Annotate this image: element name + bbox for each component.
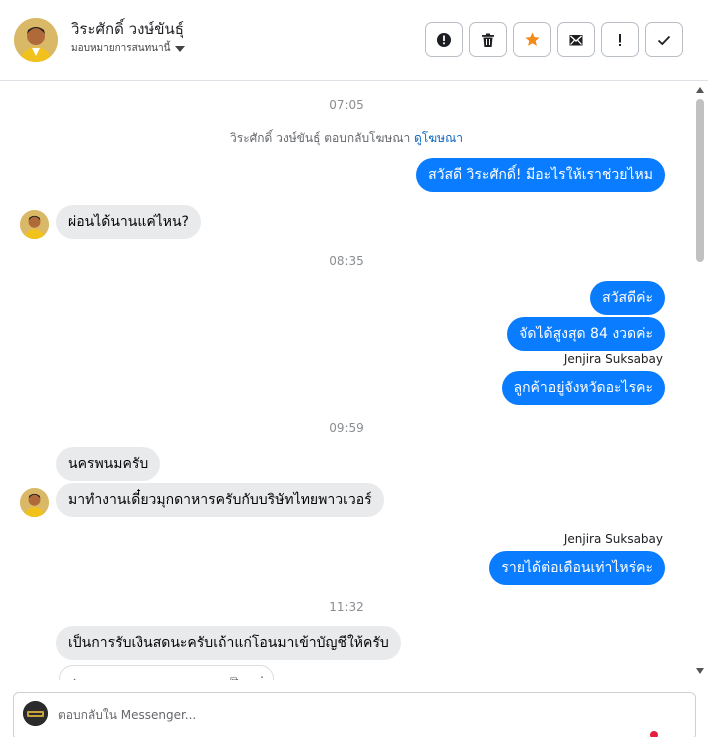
incoming-message[interactable]: มาทำงานเดี๋ยวมุกดาหารครับกับบริษัทไทยพาว… xyxy=(56,483,384,517)
attachment-card[interactable]: ← ⧉ ⋮ xyxy=(59,665,274,680)
ad-reply-notice: วิระศักดิ์ วงษ์ขันธุ์ ตอบกลับโฆษณา ดูโฆษ… xyxy=(0,129,693,148)
timestamp: 11:32 xyxy=(329,600,364,614)
caret-down-icon xyxy=(175,45,186,52)
scroll-thumb[interactable] xyxy=(696,99,704,262)
outgoing-message[interactable]: สวัสดีค่ะ xyxy=(590,281,665,315)
check-icon xyxy=(657,35,671,45)
mark-important-button[interactable] xyxy=(601,22,639,57)
thread-scrollbar[interactable] xyxy=(693,82,707,680)
copy-icon: ⧉ xyxy=(230,674,239,680)
contact-name: วิระศักดิ์ วงษ์ขันธุ์ xyxy=(71,20,184,38)
timestamp: 07:05 xyxy=(329,98,364,112)
scroll-down-arrow-icon[interactable] xyxy=(696,668,704,674)
sender-name: Jenjira Suksabay xyxy=(563,352,663,366)
timestamp: 08:35 xyxy=(329,254,364,268)
view-ad-link[interactable]: ดูโฆษณา xyxy=(414,131,463,145)
assign-label: มอบหมายการสนทนานี้ xyxy=(71,43,171,54)
contact-avatar-small[interactable] xyxy=(20,210,49,239)
message-thread[interactable]: 07:05 วิระศักดิ์ วงษ์ขันธุ์ ตอบกลับโฆษณา… xyxy=(0,82,693,680)
delete-button[interactable] xyxy=(469,22,507,57)
reply-input[interactable] xyxy=(58,704,638,726)
assign-conversation-dropdown[interactable]: มอบหมายการสนทนานี้ xyxy=(71,41,186,56)
mark-unread-button[interactable] xyxy=(557,22,595,57)
conversation-toolbar xyxy=(425,22,683,57)
trash-icon xyxy=(482,33,494,47)
star-button[interactable] xyxy=(513,22,551,57)
notification-dot xyxy=(650,731,658,737)
page-avatar xyxy=(23,701,48,726)
report-spam-button[interactable] xyxy=(425,22,463,57)
contact-avatar-small[interactable] xyxy=(20,488,49,517)
important-icon xyxy=(619,33,621,46)
outgoing-message[interactable]: รายได้ต่อเดือนเท่าไหร่คะ xyxy=(489,551,665,585)
sender-name: Jenjira Suksabay xyxy=(563,532,663,546)
contact-avatar[interactable] xyxy=(14,18,58,62)
mark-done-button[interactable] xyxy=(645,22,683,57)
scroll-up-arrow-icon[interactable] xyxy=(696,87,704,93)
incoming-message[interactable]: นครพนมครับ xyxy=(56,447,161,481)
arrow-left-icon: ← xyxy=(72,674,82,680)
star-icon xyxy=(524,32,540,46)
conversation-header: วิระศักดิ์ วงษ์ขันธุ์ มอบหมายการสนทนานี้ xyxy=(0,0,708,81)
mark-unread-icon xyxy=(569,34,583,45)
outgoing-message[interactable]: จัดได้สูงสุด 84 งวดค่ะ xyxy=(507,317,665,351)
more-icon: ⋮ xyxy=(256,674,268,680)
incoming-message[interactable]: เป็นการรับเงินสดนะครับเถ้าแก่โอนมาเข้าบั… xyxy=(56,626,401,660)
ad-reply-text: วิระศักดิ์ วงษ์ขันธุ์ ตอบกลับโฆษณา xyxy=(230,131,411,145)
reply-composer xyxy=(13,692,696,737)
timestamp: 09:59 xyxy=(329,421,364,435)
outgoing-message[interactable]: ลูกค้าอยู่จังหวัดอะไรคะ xyxy=(501,371,665,405)
alert-circle-icon xyxy=(437,32,451,47)
incoming-message[interactable]: ผ่อนได้นานแค่ไหน? xyxy=(56,205,201,239)
outgoing-message[interactable]: สวัสดี วิระศักดิ์! มีอะไรให้เราช่วยไหม xyxy=(416,158,665,192)
